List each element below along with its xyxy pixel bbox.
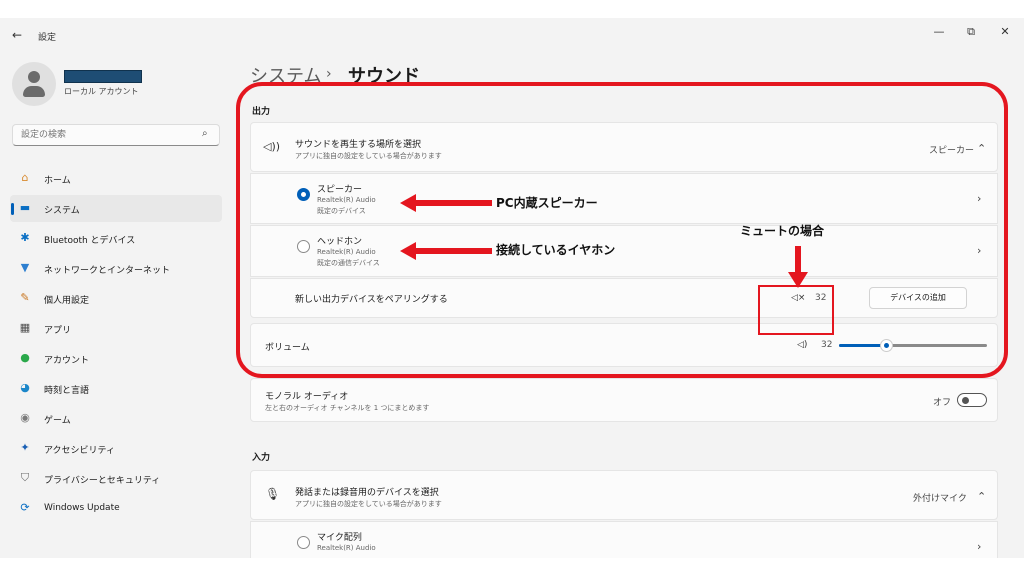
home-icon: ⌂: [21, 171, 29, 184]
input-selected-device: 外付けマイク: [913, 494, 967, 504]
avatar-body: [23, 86, 45, 97]
apps-icon: ▦: [19, 321, 31, 334]
sidebar-item-label: アカウント: [44, 356, 90, 366]
active-indicator: [11, 203, 14, 215]
sidebar-item[interactable]: ◕ 時刻と言語: [10, 375, 222, 402]
sidebar-item-label: プライバシーとセキュリティ: [44, 476, 161, 486]
avatar[interactable]: [12, 62, 56, 106]
mono-toggle[interactable]: [957, 393, 987, 407]
arrow-shape: [788, 246, 808, 288]
sidebar-item[interactable]: ⛉ プライバシーとセキュリティ: [10, 465, 222, 492]
microphone-icon: 🎙︎: [265, 487, 281, 501]
arrow-shape: [400, 242, 492, 260]
annotation-mute-box: [758, 285, 834, 335]
sidebar-item[interactable]: ▬ システム: [10, 195, 222, 222]
redacted-user-name: [64, 70, 142, 83]
sidebar-item[interactable]: ✦ アクセシビリティ: [10, 435, 222, 462]
toggle-knob: [962, 397, 969, 404]
sidebar-item[interactable]: ▦ アプリ: [10, 315, 222, 342]
settings-window: ← 設定 — ⧉ ✕ ローカル アカウント ⌕ ⌂ ホーム ▬ システム ✱ Blueto…: [0, 18, 1024, 558]
sidebar-item-label: 時刻と言語: [44, 386, 90, 396]
input-device-chooser[interactable]: 🎙︎ 発話または録音用のデバイスを選択 アプリに独自の設定をしている場合がありま…: [250, 470, 998, 520]
brush-icon: ✎: [20, 291, 30, 304]
avatar-head: [28, 71, 40, 83]
sidebar-item[interactable]: ✱ Bluetooth とデバイス: [10, 225, 222, 252]
input-section-label: 入力: [252, 453, 271, 463]
sidebar-item[interactable]: ▼ ネットワークとインターネット: [10, 255, 222, 282]
sidebar-item-label: Bluetooth とデバイス: [44, 236, 136, 246]
device-driver: Realtek(R) Audio: [317, 544, 376, 552]
monitor-icon: ▬: [19, 201, 31, 214]
person-icon: ●: [20, 351, 30, 364]
window-title: 設定: [38, 33, 57, 43]
input-device-row[interactable]: マイク配列 Realtek(R) Audio ›: [250, 521, 998, 558]
search-icon: ⌕: [202, 128, 208, 139]
annotation-arrow-headphone: [400, 242, 492, 260]
input-chooser-subtitle: アプリに独自の設定をしている場合があります: [295, 500, 442, 508]
breadcrumb-separator: ›: [326, 66, 332, 82]
sidebar-item-label: 個人用設定: [44, 296, 90, 306]
mono-title: モノラル オーディオ: [265, 392, 349, 402]
close-button[interactable]: ✕: [990, 22, 1020, 42]
annotation-headphone-label: 接続しているイヤホン: [496, 243, 616, 257]
search-input[interactable]: [12, 124, 220, 146]
minimize-button[interactable]: —: [924, 22, 954, 42]
wifi-icon: ▼: [20, 261, 30, 274]
sidebar-item-label: システム: [44, 206, 80, 216]
chevron-up-icon[interactable]: ⌃: [977, 490, 986, 503]
sidebar-item[interactable]: ⟳ Windows Update: [10, 495, 222, 522]
annotation-arrow-speaker: [400, 194, 492, 212]
sidebar-item-label: アクセシビリティ: [44, 446, 116, 456]
sidebar-item[interactable]: ◉ ゲーム: [10, 405, 222, 432]
mono-subtitle: 左と右のオーディオ チャンネルを 1 つにまとめます: [265, 404, 430, 412]
back-arrow-icon[interactable]: ←: [12, 28, 22, 42]
radio-mic[interactable]: [297, 536, 310, 549]
gamepad-icon: ◉: [20, 411, 30, 424]
sidebar-item[interactable]: ⌂ ホーム: [10, 165, 222, 192]
sidebar-item-label: Windows Update: [44, 503, 120, 513]
sidebar-item[interactable]: ● アカウント: [10, 345, 222, 372]
mono-state: オフ: [933, 398, 952, 408]
globe-clock-icon: ◕: [20, 381, 30, 394]
sidebar-item-label: ネットワークとインターネット: [44, 266, 171, 276]
input-chooser-title: 発話または録音用のデバイスを選択: [295, 488, 439, 498]
annotation-speaker-label: PC内蔵スピーカー: [496, 196, 598, 210]
annotation-output-frame: [236, 82, 1008, 378]
arrow-shape: [400, 194, 492, 212]
chevron-right-icon[interactable]: ›: [977, 540, 981, 553]
update-icon: ⟳: [20, 501, 30, 514]
sidebar-item-label: アプリ: [44, 326, 72, 336]
shield-icon: ⛉: [20, 471, 30, 484]
annotation-mute-label: ミュートの場合: [740, 224, 825, 238]
device-name: マイク配列: [317, 533, 362, 543]
sidebar-item-label: ゲーム: [44, 416, 71, 426]
bluetooth-icon: ✱: [20, 231, 30, 244]
account-type-label: ローカル アカウント: [64, 87, 139, 96]
mono-audio-row: モノラル オーディオ 左と右のオーディオ チャンネルを 1 つにまとめます オフ: [250, 378, 998, 422]
annotation-arrow-mute: [788, 246, 808, 288]
sidebar-item-label: ホーム: [44, 176, 71, 186]
sidebar-item[interactable]: ✎ 個人用設定: [10, 285, 222, 312]
accessibility-icon: ✦: [20, 441, 30, 454]
restore-button[interactable]: ⧉: [956, 22, 986, 42]
